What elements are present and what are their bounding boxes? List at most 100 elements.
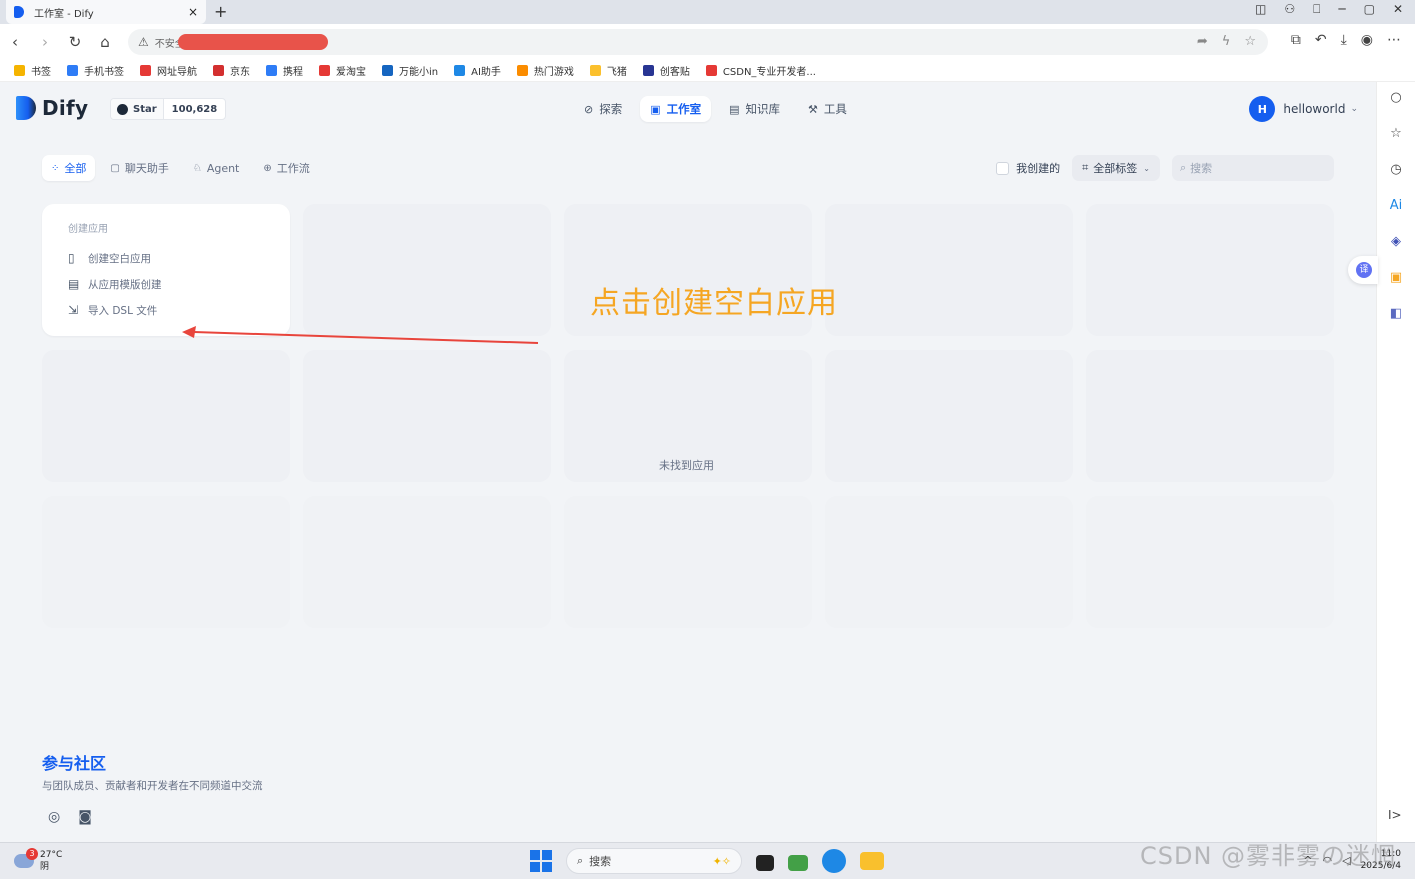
empty-state-message: 未找到应用	[659, 459, 714, 472]
bookmark-favicon-icon	[705, 65, 717, 76]
github-star-button[interactable]: Star 100,628	[110, 98, 227, 120]
profile-icon[interactable]: ◉	[1361, 32, 1373, 48]
bookmark-item[interactable]: 飞猪	[589, 63, 627, 78]
tab-close-icon[interactable]: ×	[188, 5, 198, 19]
filter-tab-2[interactable]: ♘ Agent	[184, 155, 249, 181]
download-icon[interactable]: ⤓	[1341, 32, 1347, 48]
filter-tab-1[interactable]: ▢ 聊天助手	[101, 155, 177, 181]
maximize-icon[interactable]: ▢	[1364, 2, 1375, 17]
bookmark-item[interactable]: 热门游戏	[516, 63, 574, 78]
nav-tab-2[interactable]: ▤ 知识库	[719, 96, 790, 122]
create-option-icon: ▯	[68, 251, 75, 265]
filter-icon: ♘	[192, 162, 202, 174]
bookmark-item[interactable]: 携程	[266, 63, 303, 78]
nav-label: 工作室	[666, 102, 702, 116]
filter-tab-0[interactable]: ⁘ 全部	[42, 155, 96, 181]
game-icon[interactable]: ◈	[1387, 234, 1405, 252]
back-icon[interactable]: ‹	[0, 33, 30, 51]
search-icon: ⌕	[1180, 161, 1187, 174]
github-icon[interactable]: ◎	[48, 809, 60, 825]
collapse-sidebar-icon[interactable]: I>	[1388, 808, 1402, 822]
minimize-icon[interactable]: ─	[1338, 2, 1345, 17]
bookmark-label: AI助手	[471, 67, 501, 78]
weather-widget[interactable]: 3 27°C 阴	[14, 848, 62, 873]
account-menu[interactable]: H helloworld ⌄	[1249, 96, 1358, 122]
terminal-icon[interactable]	[756, 855, 774, 871]
nav-tab-3[interactable]: ⚒ 工具	[798, 96, 857, 122]
home-icon[interactable]: ⌂	[90, 33, 120, 51]
bookmark-favicon-icon	[213, 65, 224, 76]
annotation-arrow	[182, 326, 539, 344]
sparkle-icon: ✦✧	[712, 854, 731, 868]
create-from-template-option[interactable]: ▤ 从应用模版创建	[68, 271, 264, 297]
share-icon[interactable]: ➦	[1197, 34, 1208, 49]
new-tab-icon[interactable]: +	[214, 2, 227, 21]
warning-icon: ⚠	[138, 35, 149, 49]
bookmark-label: 热门游戏	[533, 67, 574, 78]
create-blank-app-option[interactable]: ▯ 创建空白应用	[68, 245, 264, 271]
bookmark-star-icon[interactable]: ☆	[1244, 34, 1256, 49]
nav-icon: ▣	[650, 102, 661, 116]
extension-icon[interactable]: ⚇	[1284, 2, 1295, 17]
nav-tab-1[interactable]: ▣ 工作室	[640, 96, 712, 122]
file-explorer-icon[interactable]	[860, 852, 884, 870]
bookmark-item[interactable]: 书签	[14, 63, 51, 78]
placeholder-card	[1086, 350, 1334, 482]
notification-badge: 3	[26, 848, 38, 860]
toolbox-icon[interactable]: ▣	[1387, 270, 1405, 288]
bookmark-item[interactable]: 创客贴	[642, 63, 690, 78]
placeholder-card	[1086, 496, 1334, 628]
bookmark-item[interactable]: AI助手	[454, 63, 501, 78]
close-window-icon[interactable]: ✕	[1393, 2, 1403, 17]
created-by-me-checkbox[interactable]: 我创建的	[996, 160, 1060, 176]
main-nav: ⊘ 探索 ▣ 工作室 ▤ 知识库 ⚒ 工具	[574, 96, 857, 122]
bookmark-item[interactable]: 网址导航	[140, 63, 197, 78]
arrow-head	[182, 326, 196, 338]
dify-logo[interactable]: Dify	[16, 96, 88, 120]
forward-icon[interactable]: ›	[30, 33, 60, 51]
filter-label: Agent	[206, 161, 240, 175]
url-input[interactable]: ⚠ 不安全 ➦ ϟ ☆	[128, 29, 1268, 55]
nav-icon: ⊘	[584, 102, 594, 116]
tag-filter-select[interactable]: ⌗ 全部标签 ⌄	[1072, 155, 1160, 181]
placeholder-card	[825, 204, 1073, 336]
browser-tab[interactable]: 工作室 - Dify ×	[6, 0, 206, 24]
bookmark-item[interactable]: 万能小in	[382, 63, 438, 78]
bookmark-favicon-icon	[140, 65, 151, 76]
bookmark-label: 网址导航	[157, 67, 197, 78]
bookmark-item[interactable]: 手机书签	[67, 63, 124, 78]
history-clock-icon[interactable]: ◷	[1387, 162, 1405, 180]
bag-icon[interactable]: ⎕	[1313, 2, 1320, 17]
bookmark-favicon-icon	[266, 65, 277, 76]
bookmark-item[interactable]: 京东	[213, 63, 250, 78]
discord-icon[interactable]: ◙	[78, 809, 92, 825]
search-icon: ⌕	[577, 854, 584, 867]
create-app-card: 创建应用 ▯ 创建空白应用 ▤ 从应用模版创建 ⇲ 导入 DSL 文件	[42, 204, 290, 336]
more-icon[interactable]: ⋯	[1387, 32, 1401, 48]
placeholder-card	[303, 204, 551, 336]
ai-icon[interactable]: Ai	[1387, 198, 1405, 216]
tab-search-icon[interactable]: ◫	[1255, 2, 1266, 17]
filter-tab-3[interactable]: ⊕ 工作流	[254, 155, 318, 181]
monitor-icon[interactable]	[788, 855, 808, 871]
favorites-icon[interactable]: ☆	[1387, 126, 1405, 144]
floating-translate-button[interactable]: 译	[1348, 256, 1378, 284]
history-icon[interactable]: ↶	[1315, 32, 1327, 48]
browser-app-icon[interactable]	[822, 849, 846, 873]
search-input[interactable]	[1190, 161, 1321, 175]
tag-icon: ⌗	[1082, 161, 1089, 174]
lightning-icon[interactable]: ϟ	[1222, 34, 1231, 49]
app-type-filter: ⁘ 全部 ▢ 聊天助手 ♘ Agent ⊕ 工作流	[42, 155, 319, 181]
bookmark-item[interactable]: 爱淘宝	[319, 63, 366, 78]
taskbar-search[interactable]: ⌕ 搜索 ✦✧	[566, 848, 742, 874]
filter-label: 全部	[64, 162, 87, 175]
extensions-icon[interactable]: ⧉	[1291, 32, 1301, 48]
windows-start-icon[interactable]	[530, 850, 552, 872]
translate-icon[interactable]: ◧	[1387, 306, 1405, 324]
search-icon[interactable]: ○	[1387, 90, 1405, 108]
create-option-icon: ▤	[68, 277, 80, 291]
reload-icon[interactable]: ↻	[60, 33, 90, 51]
nav-tab-0[interactable]: ⊘ 探索	[574, 96, 632, 122]
bookmark-item[interactable]: CSDN_专业开发者...	[705, 63, 816, 78]
import-dsl-option[interactable]: ⇲ 导入 DSL 文件	[68, 297, 264, 323]
